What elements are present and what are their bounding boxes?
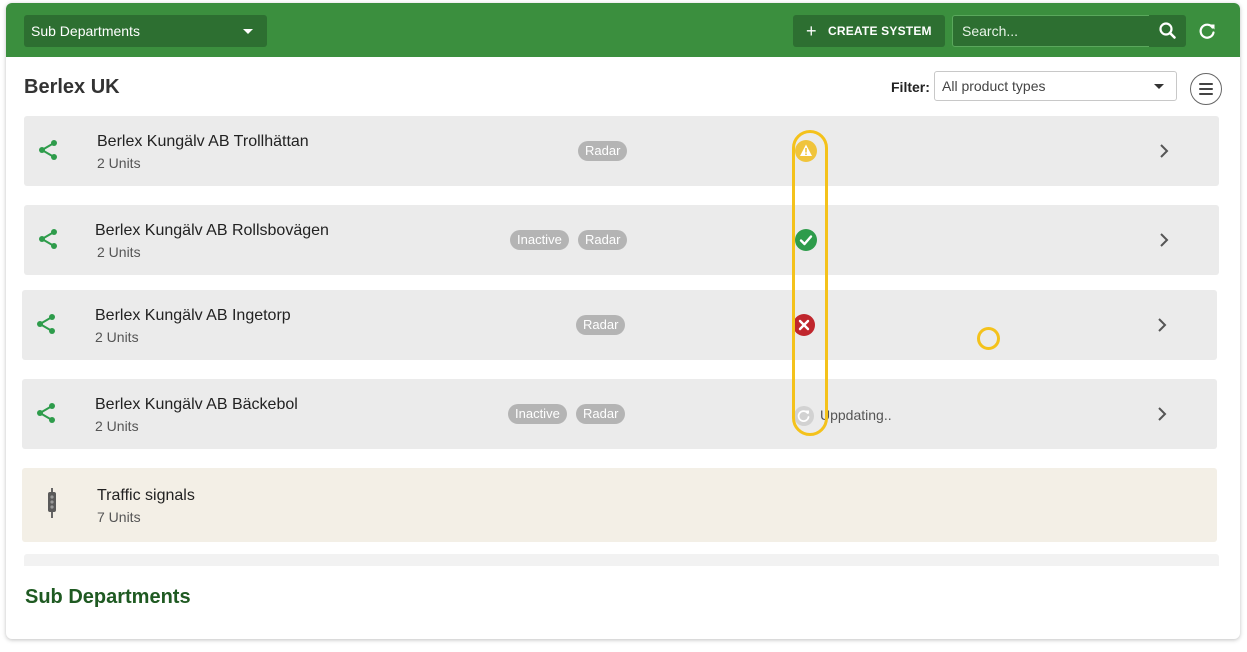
filter-label: Filter: [891, 79, 930, 95]
share-nodes-icon [39, 229, 57, 249]
radar-badge: Radar [576, 404, 626, 424]
system-name: Berlex Kungälv AB Rollsbovägen [95, 222, 329, 239]
system-units: 2 Units [95, 329, 139, 345]
system-name: Berlex Kungälv AB Bäckebol [95, 396, 298, 413]
menu-icon [1199, 83, 1213, 85]
search-button[interactable] [1149, 15, 1186, 47]
refresh-icon [1199, 23, 1215, 39]
system-row[interactable]: Berlex Kungälv AB Trollhättan 2 Units Ra… [24, 116, 1219, 186]
system-units: 2 Units [95, 418, 139, 434]
share-nodes-icon [37, 403, 55, 423]
check-circle-icon [795, 229, 817, 251]
chevron-right-icon [1160, 233, 1169, 247]
system-units: 2 Units [97, 244, 141, 260]
sync-icon [794, 406, 814, 426]
search-input[interactable] [953, 16, 1149, 46]
status-updating-text: Uppdating.. [820, 407, 892, 423]
filter-value: All product types [942, 78, 1046, 94]
system-name: Berlex Kungälv AB Ingetorp [95, 307, 291, 324]
share-nodes-icon [37, 314, 55, 334]
traffic-units: 7 Units [97, 509, 141, 525]
plus-icon: + [806, 21, 817, 41]
error-circle-icon [793, 314, 815, 336]
system-name: Berlex Kungälv AB Trollhättan [97, 133, 309, 150]
chevron-right-icon [1158, 318, 1167, 332]
caret-down-icon [243, 29, 253, 34]
warning-icon [795, 140, 817, 162]
list-item-partial [24, 554, 1219, 566]
inactive-badge: Inactive [510, 230, 569, 250]
radar-badge: Radar [576, 315, 626, 335]
traffic-name: Traffic signals [97, 487, 195, 504]
chevron-right-icon [1160, 144, 1169, 158]
traffic-light-icon [48, 488, 56, 518]
sub-departments-heading: Sub Departments [25, 586, 191, 608]
radar-badge: Radar [578, 230, 628, 250]
product-type-filter[interactable]: All product types [934, 71, 1177, 101]
top-bar: Sub Departments + CREATE SYSTEM [6, 3, 1240, 57]
create-system-label: CREATE SYSTEM [828, 24, 932, 38]
chevron-right-icon [1158, 407, 1167, 421]
refresh-button[interactable] [1196, 20, 1218, 42]
system-row[interactable]: Berlex Kungälv AB Ingetorp 2 Units Radar [22, 290, 1217, 360]
traffic-signals-row[interactable]: Traffic signals 7 Units [22, 468, 1217, 542]
department-select[interactable]: Sub Departments [24, 15, 267, 47]
share-nodes-icon [39, 140, 57, 160]
systems-panel: Sub Departments + CREATE SYSTEM Berlex U… [6, 3, 1240, 639]
inactive-badge: Inactive [508, 404, 567, 424]
caret-down-icon [1154, 84, 1164, 89]
page-title: Berlex UK [24, 76, 120, 98]
radar-badge: Radar [578, 141, 628, 161]
search-field[interactable] [952, 15, 1150, 47]
system-row[interactable]: Berlex Kungälv AB Rollsbovägen 2 Units I… [24, 205, 1219, 275]
menu-button[interactable] [1190, 73, 1222, 105]
department-select-label: Sub Departments [31, 23, 140, 39]
create-system-button[interactable]: + CREATE SYSTEM [793, 15, 945, 47]
system-row[interactable]: Berlex Kungälv AB Bäckebol 2 Units Inact… [22, 379, 1217, 449]
search-icon [1159, 22, 1176, 39]
system-units: 2 Units [97, 155, 141, 171]
